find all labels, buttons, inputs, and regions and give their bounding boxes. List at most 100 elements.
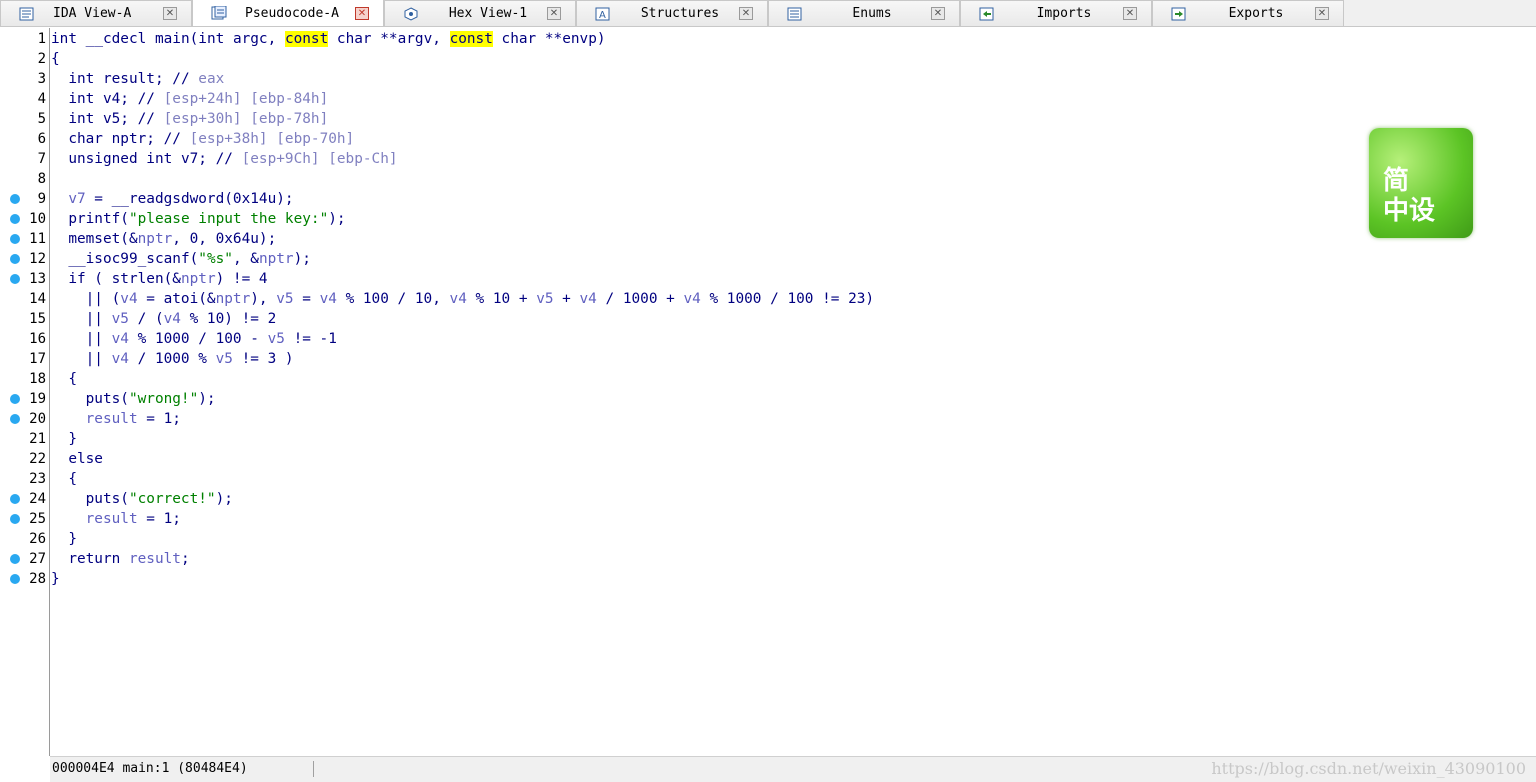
line-number[interactable]: 2 [0, 49, 49, 69]
close-icon[interactable]: ✕ [739, 7, 753, 20]
pseudocode-icon [211, 6, 227, 20]
line-number[interactable]: 8 [0, 169, 49, 189]
tab-enums[interactable]: Enums ✕ [768, 0, 960, 26]
line-number[interactable]: 10 [0, 209, 49, 229]
breakpoint-marker-icon[interactable] [10, 234, 20, 244]
code-token-var: v5 [111, 311, 129, 327]
close-icon[interactable]: ✕ [1123, 7, 1137, 20]
line-number[interactable]: 11 [0, 229, 49, 249]
close-icon[interactable]: ✕ [547, 7, 561, 20]
code-line[interactable]: else [68, 449, 103, 469]
line-number[interactable]: 3 [0, 69, 49, 89]
code-token-str: "%s" [198, 251, 233, 267]
line-number[interactable]: 16 [0, 329, 49, 349]
code-line[interactable]: { [68, 369, 77, 389]
breakpoint-marker-icon[interactable] [10, 214, 20, 224]
close-icon[interactable]: ✕ [355, 6, 369, 20]
breakpoint-marker-icon[interactable] [10, 414, 20, 424]
code-line[interactable]: return result; [68, 549, 189, 569]
close-icon[interactable]: ✕ [931, 7, 945, 20]
breakpoint-marker-icon[interactable] [10, 574, 20, 584]
breakpoint-marker-icon[interactable] [10, 194, 20, 204]
line-number-text: 4 [37, 91, 46, 107]
code-line[interactable]: puts("correct!"); [86, 489, 233, 509]
code-line[interactable]: memset(&nptr, 0, 0x64u); [68, 229, 276, 249]
code-line[interactable]: || v5 / (v4 % 10) != 2 [86, 309, 277, 329]
breakpoint-marker-icon[interactable] [10, 274, 20, 284]
code-token-kw: char nptr; // [68, 131, 190, 147]
close-icon[interactable]: ✕ [163, 7, 177, 20]
line-number[interactable]: 19 [0, 389, 49, 409]
code-line[interactable]: } [68, 429, 77, 449]
code-token-kw: % 1000 / 100 - [128, 331, 268, 347]
close-icon[interactable]: ✕ [1315, 7, 1329, 20]
code-area[interactable]: int __cdecl main(int argc, const char **… [51, 28, 1536, 756]
line-number[interactable]: 25 [0, 509, 49, 529]
code-token-kw: = __readgsdword(0x14u); [85, 191, 294, 207]
code-line[interactable]: int result; // eax [68, 69, 224, 89]
code-token-kw: char **envp) [492, 31, 606, 47]
line-number-gutter[interactable]: 1 2 3 4 5 6 7 8 9 10 11 12 13 14 15 16 17 18 19 20 21 22 23 24 2… [0, 28, 50, 756]
line-number[interactable]: 14 [0, 289, 49, 309]
code-token-kw: { [68, 371, 77, 387]
code-line[interactable]: __isoc99_scanf("%s", &nptr); [68, 249, 311, 269]
breakpoint-marker-icon[interactable] [10, 254, 20, 264]
code-line[interactable]: char nptr; // [esp+38h] [ebp-70h] [68, 129, 354, 149]
code-line[interactable]: || v4 / 1000 % v5 != 3 ) [86, 349, 294, 369]
code-line[interactable]: { [51, 49, 60, 69]
code-token-var: v4 [120, 291, 138, 307]
code-token-kw: , & [232, 251, 259, 267]
tab-hex-view-1[interactable]: Hex View-1 ✕ [384, 0, 576, 26]
tab-pseudocode-a[interactable]: Pseudocode-A ✕ [192, 0, 384, 26]
tab-imports[interactable]: Imports ✕ [960, 0, 1152, 26]
line-number[interactable]: 15 [0, 309, 49, 329]
tab-ida-view-a[interactable]: IDA View-A ✕ [0, 0, 192, 26]
code-line[interactable]: } [68, 529, 77, 549]
line-number[interactable]: 4 [0, 89, 49, 109]
breakpoint-marker-icon[interactable] [10, 494, 20, 504]
line-number[interactable]: 7 [0, 149, 49, 169]
code-line[interactable]: int v4; // [esp+24h] [ebp-84h] [68, 89, 328, 109]
line-number[interactable]: 21 [0, 429, 49, 449]
pseudocode-editor[interactable]: 1 2 3 4 5 6 7 8 9 10 11 12 13 14 15 16 17 18 19 20 21 22 23 24 2… [0, 28, 1536, 756]
line-number[interactable]: 24 [0, 489, 49, 509]
code-line[interactable]: puts("wrong!"); [86, 389, 216, 409]
line-number[interactable]: 22 [0, 449, 49, 469]
code-token-str: "correct!" [128, 491, 216, 507]
line-number[interactable]: 18 [0, 369, 49, 389]
code-line[interactable]: { [68, 469, 77, 489]
line-number[interactable]: 13 [0, 269, 49, 289]
code-line[interactable]: int __cdecl main(int argc, const char **… [51, 29, 606, 49]
code-token-kw: __isoc99_scanf( [68, 251, 199, 267]
line-number[interactable]: 17 [0, 349, 49, 369]
line-number[interactable]: 28 [0, 569, 49, 589]
breakpoint-marker-icon[interactable] [10, 394, 20, 404]
line-number-text: 5 [37, 111, 46, 127]
line-number[interactable]: 1 [0, 29, 49, 49]
code-line[interactable]: result = 1; [86, 409, 181, 429]
code-line[interactable]: unsigned int v7; // [esp+9Ch] [ebp-Ch] [68, 149, 397, 169]
code-line[interactable]: || v4 % 1000 / 100 - v5 != -1 [86, 329, 337, 349]
tab-structures[interactable]: A Structures ✕ [576, 0, 768, 26]
code-line[interactable]: result = 1; [86, 509, 181, 529]
watermark-url: https://blog.csdn.net/weixin_43090100 [1211, 759, 1526, 778]
line-number[interactable]: 23 [0, 469, 49, 489]
line-number[interactable]: 20 [0, 409, 49, 429]
tab-exports[interactable]: Exports ✕ [1152, 0, 1344, 26]
code-token-kw: / 1000 + [596, 291, 684, 307]
code-line[interactable]: || (v4 = atoi(&nptr), v5 = v4 % 100 / 10… [86, 289, 874, 309]
line-number[interactable]: 6 [0, 129, 49, 149]
code-line[interactable]: } [51, 569, 60, 589]
line-number[interactable]: 27 [0, 549, 49, 569]
line-number[interactable]: 5 [0, 109, 49, 129]
breakpoint-marker-icon[interactable] [10, 554, 20, 564]
code-line[interactable]: if ( strlen(&nptr) != 4 [68, 269, 267, 289]
code-line[interactable]: printf("please input the key:"); [68, 209, 345, 229]
line-number[interactable]: 12 [0, 249, 49, 269]
line-number[interactable]: 26 [0, 529, 49, 549]
breakpoint-marker-icon[interactable] [10, 514, 20, 524]
line-number-text: 17 [29, 351, 46, 367]
code-line[interactable]: int v5; // [esp+30h] [ebp-78h] [68, 109, 328, 129]
line-number[interactable]: 9 [0, 189, 49, 209]
code-line[interactable]: v7 = __readgsdword(0x14u); [68, 189, 293, 209]
